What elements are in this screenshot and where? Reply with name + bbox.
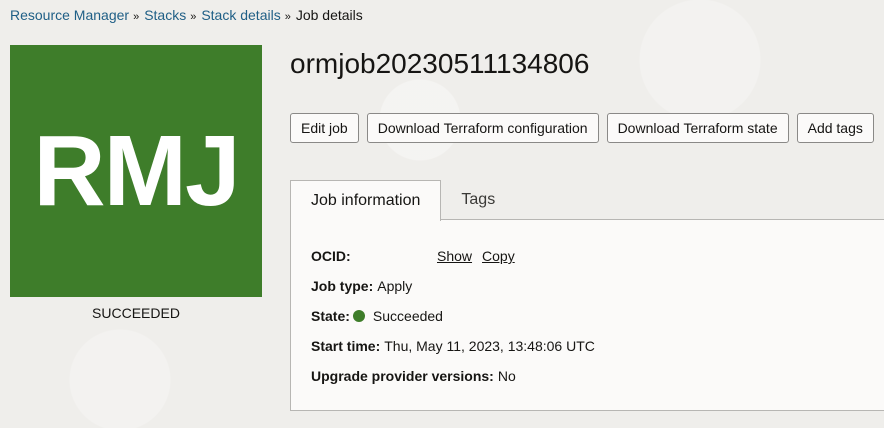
breadcrumb-resource-manager[interactable]: Resource Manager [10, 7, 129, 23]
ocid-show-link[interactable]: Show [437, 248, 472, 264]
status-label: SUCCEEDED [92, 305, 180, 321]
state-status-dot-icon [352, 310, 365, 322]
download-terraform-state-button[interactable]: Download Terraform state [606, 113, 789, 143]
state-value: Succeeded [372, 308, 443, 324]
state-row: State: Succeeded [311, 308, 443, 324]
ocid-label: OCID: [311, 248, 351, 264]
action-bar: Edit job Download Terraform configuratio… [290, 113, 874, 143]
add-tags-button[interactable]: Add tags [796, 113, 874, 143]
start-time-value: Thu, May 11, 2023, 13:48:06 UTC [384, 338, 595, 354]
job-icon-text: RMJ [33, 114, 240, 227]
job-icon: RMJ [10, 45, 262, 297]
upgrade-provider-row: Upgrade provider versions: No [311, 368, 516, 384]
job-information-panel: OCID: Show Copy Job type: Apply State: Succ… [290, 219, 884, 411]
start-time-label: Start time: [311, 338, 381, 354]
ocid-copy-link[interactable]: Copy [482, 248, 515, 264]
upgrade-provider-value: No [497, 368, 516, 384]
edit-job-button[interactable]: Edit job [290, 113, 359, 143]
job-type-label: Job type: [311, 278, 374, 294]
breadcrumb-separator: » [133, 11, 140, 23]
breadcrumb-separator: » [190, 11, 197, 23]
breadcrumb-stack-details[interactable]: Stack details [201, 7, 280, 23]
upgrade-provider-label: Upgrade provider versions: [311, 368, 494, 384]
tab-bar: Job information Tags [290, 180, 515, 221]
job-type-value: Apply [377, 278, 413, 294]
job-type-row: Job type: Apply [311, 278, 412, 294]
breadcrumb-current: Job details [295, 7, 363, 23]
tab-job-information[interactable]: Job information [290, 180, 442, 221]
breadcrumb-stacks[interactable]: Stacks [144, 7, 186, 23]
ocid-row: OCID: Show Copy [311, 248, 515, 264]
breadcrumb-separator: » [284, 11, 291, 23]
breadcrumb: Resource Manager » Stacks » Stack details » Jo… [10, 6, 363, 26]
start-time-row: Start time: Thu, May 11, 2023, 13:48:06 U… [311, 338, 595, 354]
state-label: State: [311, 308, 350, 324]
tab-tags[interactable]: Tags [441, 180, 515, 220]
download-terraform-configuration-button[interactable]: Download Terraform configuration [366, 113, 599, 143]
page-title: ormjob20230511134806 [290, 48, 590, 79]
